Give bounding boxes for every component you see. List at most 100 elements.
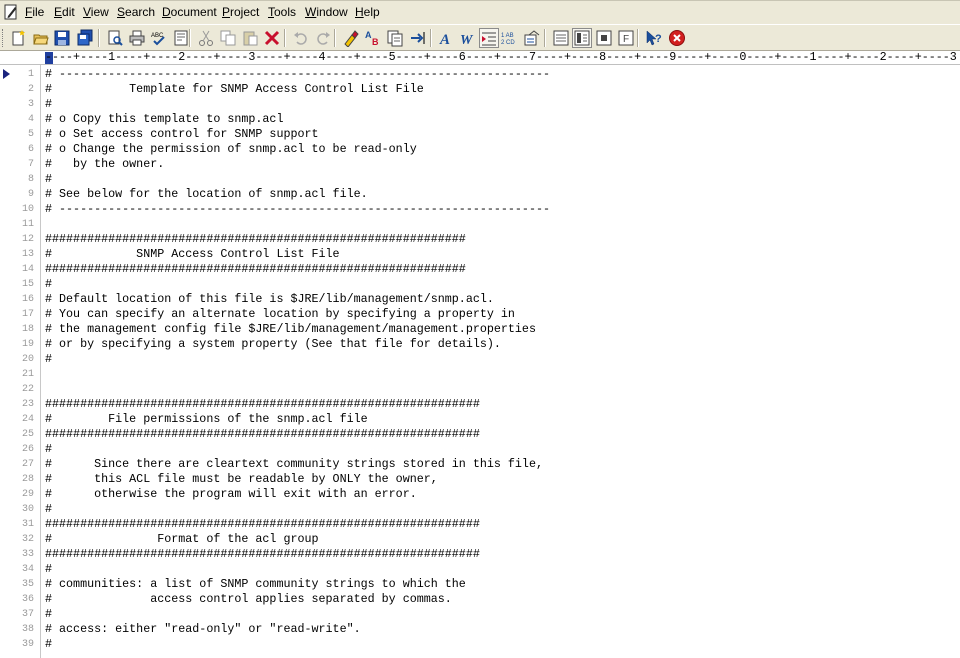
menu-window[interactable]: Window	[305, 5, 348, 19]
file-tree-button[interactable]: F	[616, 28, 636, 48]
menu-accelerator: E	[54, 5, 63, 19]
menu-tools[interactable]: Tools	[268, 5, 296, 19]
code-line: #	[45, 352, 53, 366]
menu-accelerator: W	[305, 5, 317, 19]
toolbar-separator	[189, 29, 191, 47]
line-number: 4	[27, 114, 34, 125]
save-all-button[interactable]	[75, 28, 95, 48]
menu-bar: File Edit View Search Document Project Tools Wi…	[0, 0, 960, 24]
menu-label: iew	[90, 5, 109, 19]
hex-mode-icon	[596, 30, 612, 46]
toolbar-separator	[544, 29, 546, 47]
open-folder-button[interactable]	[31, 28, 51, 48]
line-number: 6	[27, 144, 34, 155]
spell-check-button[interactable]: ABC	[149, 28, 169, 48]
text-editor[interactable]: # --------------------------------------…	[45, 65, 960, 658]
line-number-gutter[interactable]: 1 2 3 4 5 6 7 8 9 10 11 12 13 14 15 16 17 18 19 20 21 22 23 24 2…	[0, 65, 40, 658]
font-icon: A	[439, 32, 450, 47]
font-button[interactable]: A	[437, 28, 457, 48]
column-mode-button[interactable]	[572, 28, 592, 48]
toolbar-separator	[637, 29, 639, 47]
page-setup-button[interactable]	[171, 28, 191, 48]
line-numbers-button[interactable]: 1 AB 2 CD	[500, 28, 520, 48]
current-line-marker-icon	[3, 69, 10, 79]
menu-search[interactable]: Search	[117, 5, 155, 19]
line-number: 2	[27, 84, 34, 95]
cut-icon	[199, 30, 213, 46]
print-icon	[129, 30, 145, 46]
app-icon[interactable]	[3, 4, 19, 20]
code-line: # o Copy this template to snmp.acl	[45, 112, 284, 126]
hex-mode-button[interactable]	[594, 28, 614, 48]
code-line: # Template for SNMP Access Control List …	[45, 82, 424, 96]
code-line: # You can specify an alternate location …	[45, 307, 515, 321]
line-number: 21	[21, 369, 34, 380]
word-wrap-button[interactable]: W	[458, 28, 478, 48]
column-mode-icon	[574, 30, 590, 46]
svg-text:F: F	[623, 34, 629, 45]
code-line: # File permissions of the snmp.acl file	[45, 412, 368, 426]
save-button[interactable]	[52, 28, 72, 48]
context-help-button[interactable]: ?	[644, 28, 664, 48]
delete-button[interactable]	[262, 28, 282, 48]
code-line: # See below for the location of snmp.acl…	[45, 187, 368, 201]
code-line: # by the owner.	[45, 157, 165, 171]
code-line: #	[45, 502, 53, 516]
delete-icon	[264, 30, 280, 46]
line-number: 39	[21, 639, 34, 650]
print-preview-button[interactable]	[105, 28, 125, 48]
code-line: # o Set access control for SNMP support	[45, 127, 319, 141]
menu-label: dit	[62, 5, 75, 19]
line-number: 12	[21, 234, 34, 245]
code-line: #	[45, 277, 53, 291]
line-number: 13	[21, 249, 34, 260]
menu-file[interactable]: File	[25, 5, 44, 19]
menu-label: elp	[363, 5, 380, 19]
code-line: ########################################…	[45, 547, 480, 561]
find-in-files-button[interactable]	[385, 28, 405, 48]
menu-help[interactable]: Help	[355, 5, 380, 19]
indent-button[interactable]	[479, 28, 499, 48]
close-button[interactable]	[667, 28, 687, 48]
menu-project[interactable]: Project	[222, 5, 259, 19]
word-wrap-icon: W	[460, 33, 474, 47]
find-in-files-icon	[387, 30, 403, 47]
code-line: # access: either "read-only" or "read-wr…	[45, 622, 361, 636]
find-button[interactable]	[341, 28, 361, 48]
line-number: 18	[21, 324, 34, 335]
file-tree-icon: F	[618, 30, 634, 46]
line-number: 34	[21, 564, 34, 575]
paste-button[interactable]	[240, 28, 260, 48]
undo-button[interactable]	[291, 28, 311, 48]
code-line: ########################################…	[45, 427, 480, 441]
print-button[interactable]	[127, 28, 147, 48]
copy-button[interactable]	[218, 28, 238, 48]
svg-text:W: W	[460, 33, 474, 47]
column-ruler: ----+----1----+----2----+----3----+----4…	[0, 51, 960, 65]
code-line: # access control applies separated by co…	[45, 592, 452, 606]
html-toolbar-button[interactable]	[522, 28, 542, 48]
menu-view[interactable]: View	[83, 5, 109, 19]
line-number: 29	[21, 489, 34, 500]
code-line: # --------------------------------------…	[45, 202, 550, 216]
line-number: 17	[21, 309, 34, 320]
line-number: 3	[27, 99, 34, 110]
toolbar-separator	[284, 29, 286, 47]
context-help-icon: ?	[646, 30, 662, 46]
goto-icon	[411, 32, 425, 44]
menu-document[interactable]: Document	[162, 5, 217, 19]
replace-button[interactable]: AB	[363, 28, 383, 48]
code-line: # Since there are cleartext community st…	[45, 457, 543, 471]
menu-accelerator: H	[355, 5, 364, 19]
menu-edit[interactable]: Edit	[54, 5, 75, 19]
toolbar-grip[interactable]	[2, 29, 6, 47]
undo-icon	[294, 32, 307, 45]
text-mode-button[interactable]	[551, 28, 571, 48]
code-line: #	[45, 562, 53, 576]
goto-button[interactable]	[408, 28, 428, 48]
open-folder-icon	[33, 34, 49, 45]
redo-button[interactable]	[313, 28, 333, 48]
cut-button[interactable]	[196, 28, 216, 48]
new-file-button[interactable]	[8, 28, 28, 48]
code-line: ########################################…	[45, 232, 466, 246]
